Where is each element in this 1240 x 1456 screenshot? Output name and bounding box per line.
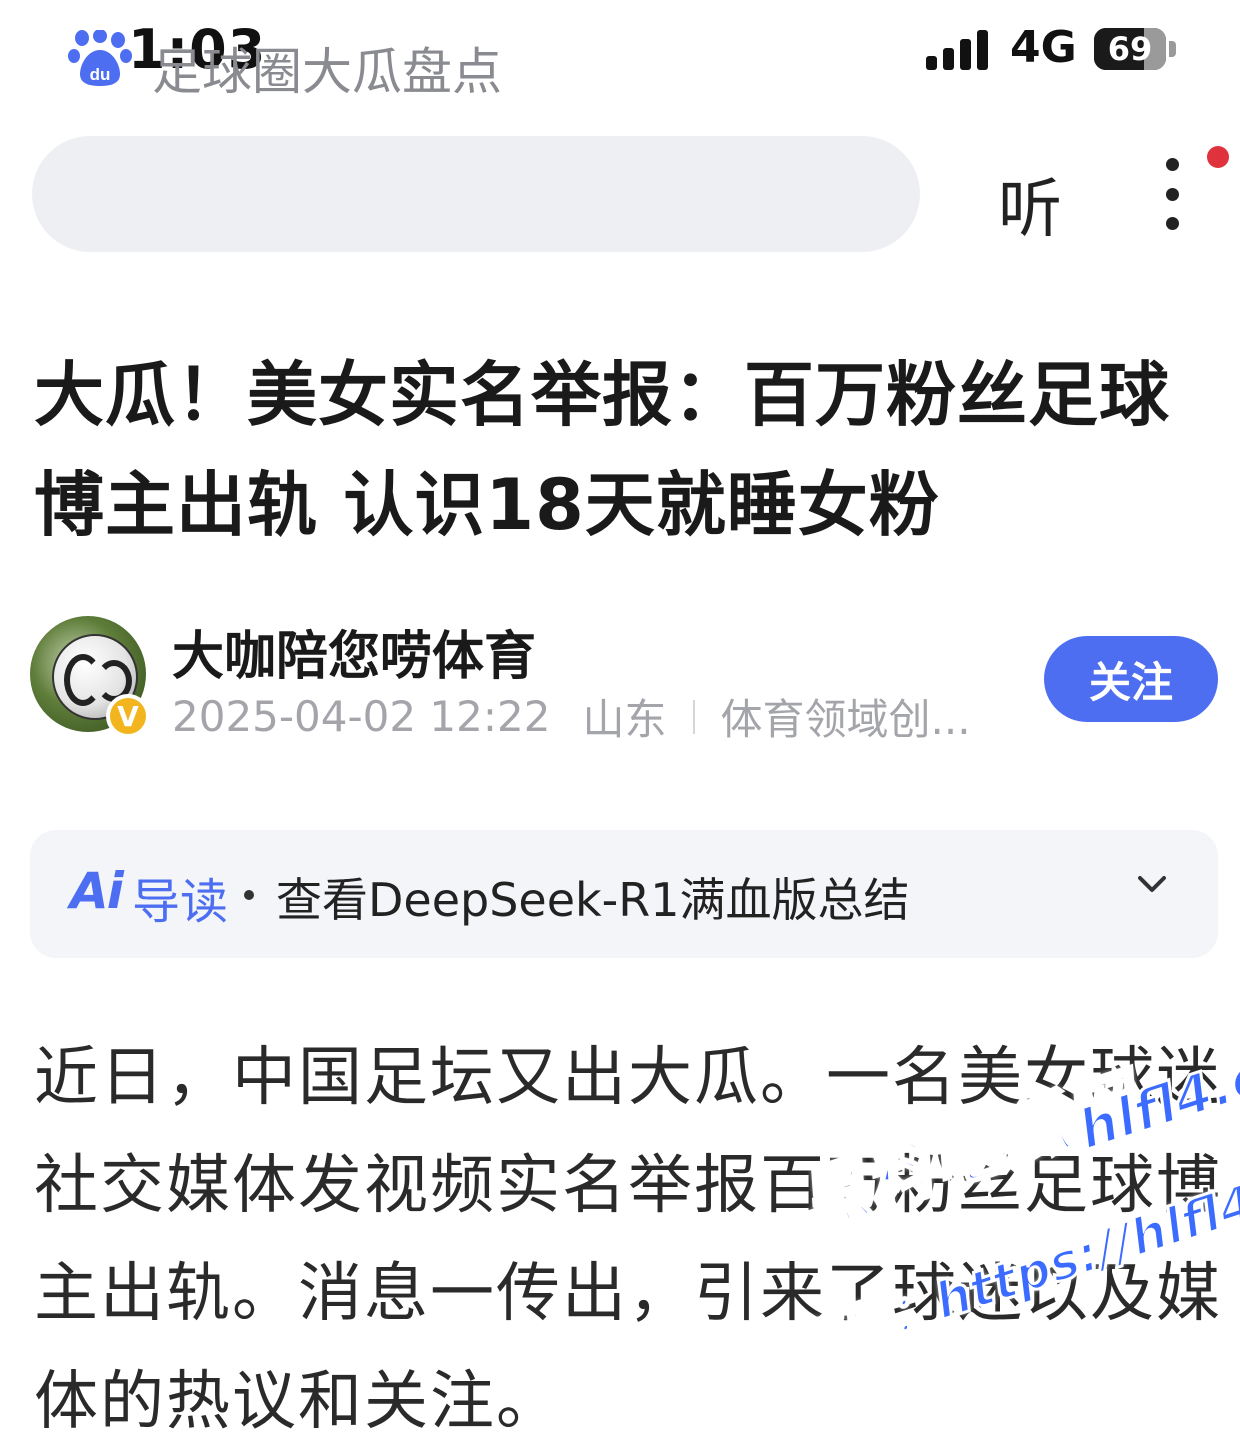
article-meta: 2025-04-02 12:22 山东 体育领域创... — [172, 686, 971, 747]
battery-level: 69 — [1107, 30, 1153, 68]
publish-date: 2025-04-02 12:22 — [172, 692, 551, 741]
more-vertical-icon[interactable] — [1155, 158, 1189, 230]
publish-location: 山东 — [582, 695, 667, 744]
meta-divider — [692, 699, 695, 734]
svg-text:du: du — [90, 65, 111, 84]
search-bar[interactable] — [32, 136, 920, 252]
ai-guide-text[interactable]: 查看DeepSeek-R1满血版总结 — [276, 864, 910, 930]
author-field: 体育领域创... — [720, 695, 971, 744]
article-title: 大瓜！美女实名举报：百万粉丝足球博主出轨 认识18天就睡女粉 — [34, 354, 1170, 546]
author-name[interactable]: 大咖陪您唠体育 — [172, 614, 536, 689]
bullet-dot — [244, 890, 254, 900]
network-type: 4G — [1010, 22, 1077, 73]
baidu-paw-icon: du — [68, 30, 132, 86]
battery-tip — [1169, 41, 1176, 57]
ai-guide-label: 导读 — [132, 874, 229, 930]
verified-badge: V — [106, 694, 150, 738]
search-query[interactable]: 足球圈大瓜盘点 — [152, 32, 502, 104]
follow-button[interactable]: 关注 — [1044, 636, 1218, 722]
listen-button[interactable]: 听 — [998, 158, 1062, 250]
battery-icon: 69 — [1094, 28, 1166, 70]
article-body: 近日，中国足坛又出大瓜。一名美女球迷社交媒体发视频实名举报百万粉丝足球博主出轨。… — [34, 1041, 1222, 1439]
notification-dot — [1207, 146, 1229, 168]
cellular-signal-icon — [926, 28, 988, 70]
ai-logo-icon: Ai — [70, 862, 124, 920]
chevron-down-icon[interactable] — [1136, 868, 1168, 900]
